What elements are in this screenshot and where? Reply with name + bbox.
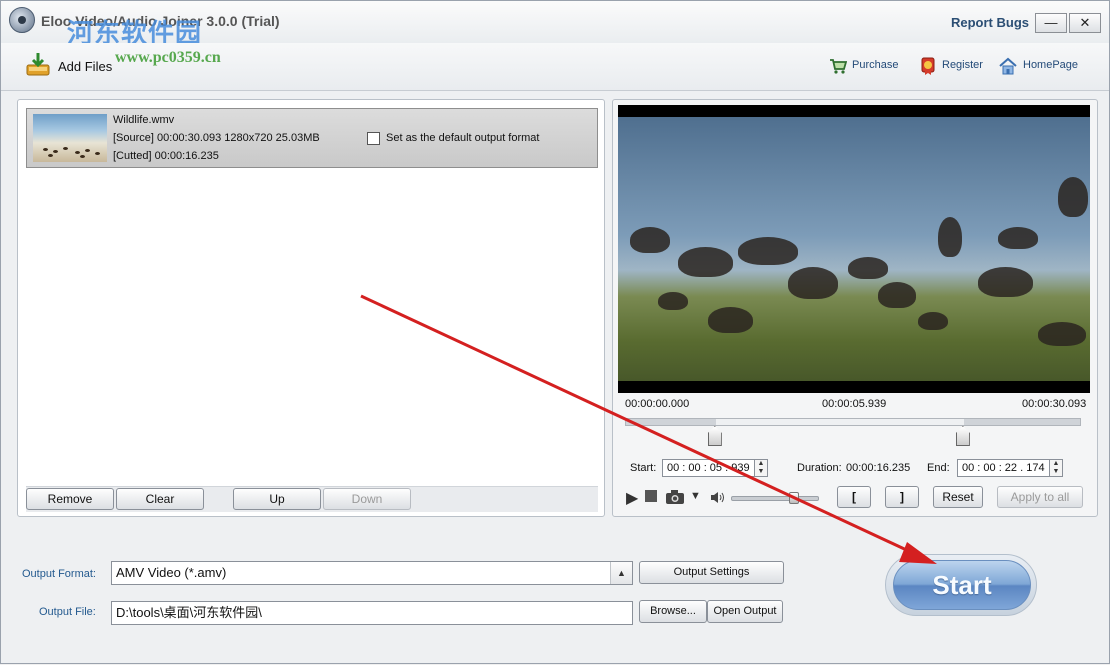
duration-value: 00:00:16.235 xyxy=(846,462,911,474)
start-label: Start: xyxy=(630,462,657,474)
output-file-label: Output File: xyxy=(39,606,96,618)
watermark-url: www.pc0359.cn xyxy=(115,49,221,66)
title-bar: Eloo Video/Audio Joiner 3.0.0 (Trial) 河东… xyxy=(1,1,1109,49)
camera-icon[interactable] xyxy=(666,490,686,504)
file-name: Wildlife.wmv xyxy=(113,114,175,126)
mark-out-button[interactable]: ] xyxy=(885,486,919,508)
stop-icon[interactable] xyxy=(645,490,657,502)
cart-icon[interactable] xyxy=(829,57,847,75)
start-marker-handle[interactable] xyxy=(707,426,722,446)
default-format-label: Set as the default output format xyxy=(386,132,540,144)
add-files-button[interactable]: Add Files xyxy=(58,59,112,74)
down-button[interactable]: Down xyxy=(323,488,411,510)
player-panel: 00:00:00.000 00:00:05.939 00:00:30.093 S… xyxy=(612,99,1098,517)
file-source-info: [Source] 00:00:30.093 1280x720 25.03MB xyxy=(113,132,320,144)
register-link[interactable]: Register xyxy=(942,59,983,71)
end-time-spinner[interactable]: ▲ ▼ xyxy=(1049,459,1063,477)
end-time-input[interactable]: 00 : 00 : 22 . 174 xyxy=(957,459,1055,477)
register-icon[interactable] xyxy=(919,57,937,75)
video-preview[interactable] xyxy=(618,105,1090,393)
start-button[interactable]: Start xyxy=(893,560,1031,610)
output-file-field[interactable]: D:\tools\桌面\河东软件园\ xyxy=(111,601,633,625)
home-icon[interactable] xyxy=(999,57,1017,75)
snapshot-dropdown-icon[interactable]: ▼ xyxy=(690,490,701,502)
report-bugs-link[interactable]: Report Bugs xyxy=(951,15,1029,30)
output-format-label: Output Format: xyxy=(22,568,96,580)
video-frame xyxy=(618,117,1090,381)
add-files-icon[interactable] xyxy=(25,51,51,77)
video-thumbnail xyxy=(33,114,107,162)
app-logo-icon xyxy=(9,7,35,33)
reset-button[interactable]: Reset xyxy=(933,486,983,508)
duration-label: Duration: xyxy=(797,462,842,474)
app-window: Eloo Video/Audio Joiner 3.0.0 (Trial) 河东… xyxy=(0,0,1110,664)
minimize-button[interactable]: — xyxy=(1035,13,1067,33)
timeline-start-time: 00:00:00.000 xyxy=(625,398,690,410)
clear-button[interactable]: Clear xyxy=(116,488,204,510)
list-button-bar: Remove Clear Up Down xyxy=(26,486,598,512)
volume-slider[interactable] xyxy=(731,496,819,501)
apply-to-all-button[interactable]: Apply to all xyxy=(997,486,1083,508)
list-item[interactable]: Wildlife.wmv [Source] 00:00:30.093 1280x… xyxy=(26,108,598,168)
mark-in-button[interactable]: [ xyxy=(837,486,871,508)
chevron-up-icon[interactable]: ▲ xyxy=(610,562,632,584)
start-time-spinner[interactable]: ▲ ▼ xyxy=(754,459,768,477)
volume-slider-thumb[interactable] xyxy=(789,492,800,504)
purchase-link[interactable]: Purchase xyxy=(852,59,898,71)
output-format-select[interactable]: AMV Video (*.amv) ▲ xyxy=(111,561,633,585)
start-time-input[interactable]: 00 : 00 : 05 . 939 xyxy=(662,459,760,477)
default-format-checkbox[interactable] xyxy=(367,132,380,145)
end-marker-handle[interactable] xyxy=(955,426,970,446)
browse-button[interactable]: Browse... xyxy=(639,600,707,623)
output-settings-button[interactable]: Output Settings xyxy=(639,561,784,584)
homepage-link[interactable]: HomePage xyxy=(1023,59,1078,71)
open-output-button[interactable]: Open Output xyxy=(707,600,783,623)
file-cutted-info: [Cutted] 00:00:16.235 xyxy=(113,150,219,162)
output-format-value: AMV Video (*.amv) xyxy=(116,565,227,580)
play-icon[interactable]: ▶ xyxy=(626,488,638,508)
remove-button[interactable]: Remove xyxy=(26,488,114,510)
end-label: End: xyxy=(927,462,950,474)
timeline-end-time: 00:00:30.093 xyxy=(1022,398,1087,410)
timeline-track[interactable] xyxy=(625,418,1081,426)
timeline-current-time: 00:00:05.939 xyxy=(822,398,887,410)
up-button[interactable]: Up xyxy=(233,488,321,510)
timeline-selection xyxy=(715,419,964,425)
close-button[interactable]: ✕ xyxy=(1069,13,1101,33)
volume-icon[interactable] xyxy=(710,491,726,504)
file-list-panel: Wildlife.wmv [Source] 00:00:30.093 1280x… xyxy=(17,99,605,517)
